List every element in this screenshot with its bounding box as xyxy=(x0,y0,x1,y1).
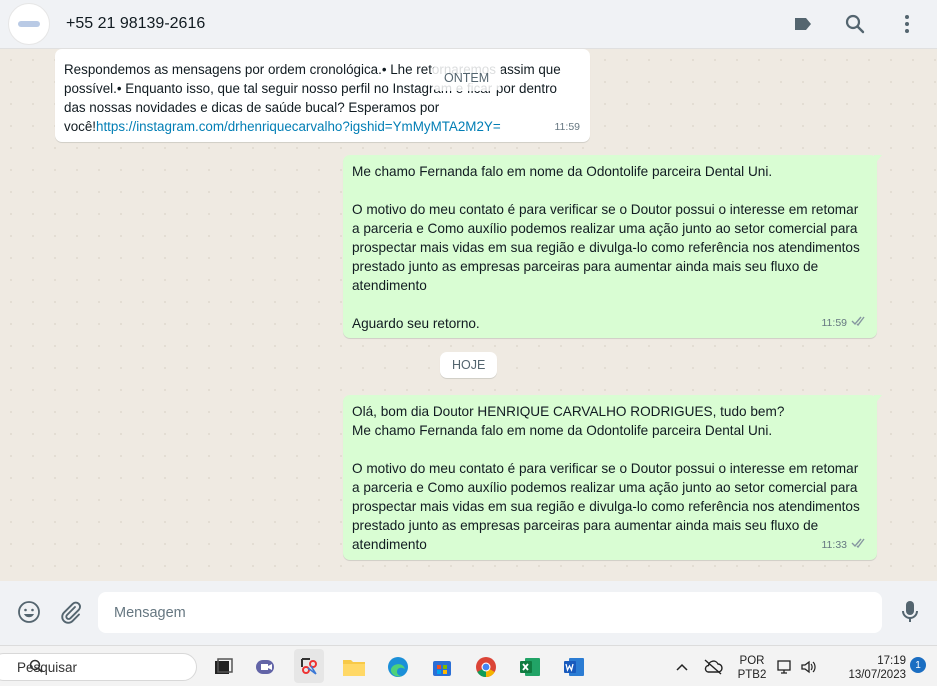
attach-icon[interactable] xyxy=(57,599,83,625)
outgoing-message[interactable]: Me chamo Fernanda falo em nome da Odonto… xyxy=(343,155,877,338)
message-line: você!https://instagram.com/drhenriquecar… xyxy=(64,117,581,136)
message-meta: 11:33 xyxy=(822,536,868,555)
label-icon[interactable] xyxy=(791,12,815,36)
clock-time: 17:19 xyxy=(877,655,906,667)
language-indicator[interactable]: POR PTB2 xyxy=(735,654,769,682)
excel-icon[interactable] xyxy=(515,652,545,682)
emoji-icon[interactable] xyxy=(16,599,42,625)
taskbar-search-label: Pesquisar xyxy=(17,659,78,675)
message-text: Olá, bom dia Doutor HENRIQUE CARVALHO RO… xyxy=(352,404,860,552)
message-time: 11:59 xyxy=(821,317,848,329)
message-time: 11:59 xyxy=(554,121,581,133)
task-view-icon[interactable] xyxy=(208,652,238,682)
contact-name[interactable]: +55 21 98139-2616 xyxy=(66,15,205,33)
language-code: POR xyxy=(739,655,765,667)
chrome-browser-icon[interactable] xyxy=(471,652,501,682)
teams-chat-icon[interactable] xyxy=(251,652,281,682)
network-icon[interactable] xyxy=(774,652,796,682)
search-icon[interactable] xyxy=(843,12,867,36)
windows-taskbar: Pesquisar POR PTB2 17:19 13/07/2023 xyxy=(0,645,937,686)
instagram-link[interactable]: https://instagram.com/drhenriquecarvalho… xyxy=(96,119,501,134)
bubble-tail xyxy=(874,155,882,165)
message-line: possível.• Enquanto isso, que tal seguir… xyxy=(64,81,557,96)
read-receipt-icon xyxy=(851,536,867,555)
word-icon[interactable] xyxy=(559,652,589,682)
message-input[interactable] xyxy=(98,592,882,633)
chat-header: +55 21 98139-2616 xyxy=(0,0,937,49)
message-time: 11:33 xyxy=(821,539,848,551)
menu-icon[interactable] xyxy=(895,12,919,36)
message-text: Respondemos as mensagens por ordem crono… xyxy=(64,60,581,136)
chevron-up-icon[interactable] xyxy=(667,652,697,682)
incoming-message[interactable]: Respondemos as mensagens por ordem crono… xyxy=(55,49,590,142)
cloud-offline-icon[interactable] xyxy=(698,652,728,682)
clock-date: 13/07/2023 xyxy=(848,669,906,681)
read-receipt-icon xyxy=(851,314,867,333)
composer xyxy=(0,581,937,645)
search-icon xyxy=(29,659,43,676)
message-line: das nossas novidades e dicas de saúde bu… xyxy=(64,100,440,115)
file-explorer-icon[interactable] xyxy=(339,652,369,682)
message-meta: 11:59 xyxy=(822,314,868,333)
volume-icon[interactable] xyxy=(798,652,820,682)
message-text-prefix: você! xyxy=(64,119,97,134)
bubble-tail xyxy=(874,395,882,405)
header-actions xyxy=(791,12,919,36)
outgoing-message[interactable]: Olá, bom dia Doutor HENRIQUE CARVALHO RO… xyxy=(343,395,877,560)
message-text: Me chamo Fernanda falo em nome da Odonto… xyxy=(352,164,860,331)
microphone-icon[interactable] xyxy=(897,599,923,625)
snipping-tool-icon[interactable] xyxy=(294,649,324,683)
chat-area[interactable]: Respondemos as mensagens por ordem crono… xyxy=(0,49,937,581)
edge-browser-icon[interactable] xyxy=(383,652,413,682)
notification-badge[interactable]: 1 xyxy=(910,657,926,673)
message-line: Respondemos as mensagens por ordem crono… xyxy=(64,62,561,77)
date-separator-today: HOJE xyxy=(440,352,498,378)
system-clock[interactable]: 17:19 13/07/2023 xyxy=(832,654,906,682)
date-separator-yesterday: ONTEM xyxy=(432,65,502,91)
avatar-logo xyxy=(18,21,40,27)
taskbar-search[interactable]: Pesquisar xyxy=(0,653,197,681)
contact-avatar[interactable] xyxy=(8,3,50,45)
microsoft-store-icon[interactable] xyxy=(427,652,457,682)
message-meta: 11:59 xyxy=(555,118,581,137)
keyboard-layout: PTB2 xyxy=(737,669,767,681)
